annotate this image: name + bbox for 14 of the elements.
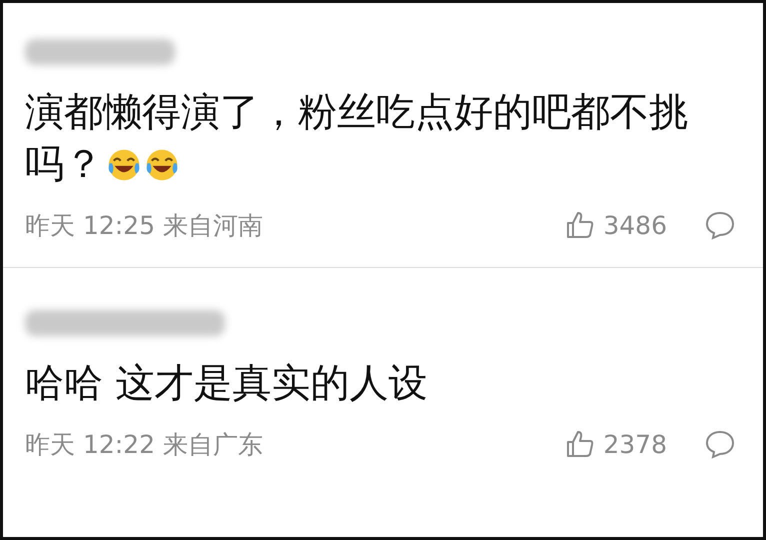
comment-time: 昨天 12:25 <box>25 210 155 242</box>
thumbs-up-icon[interactable] <box>565 210 596 240</box>
laughing-face-icon <box>145 148 179 182</box>
thumbs-up-icon[interactable] <box>565 429 596 459</box>
comment-icon[interactable] <box>705 210 735 240</box>
comment-location: 来自河南 <box>163 210 263 242</box>
like-count: 3486 <box>603 210 667 240</box>
comment-time: 昨天 12:22 <box>25 428 155 460</box>
comment-location: 来自广东 <box>163 428 263 460</box>
comment-text: 演都懒得演了，粉丝吃点好的吧都不挑吗？ <box>25 89 689 189</box>
like-count: 2378 <box>603 430 667 458</box>
comment-text: 哈哈 这才是真实的人设 <box>25 360 428 408</box>
laughing-face-icon <box>107 148 141 182</box>
comment-icon[interactable] <box>705 429 735 459</box>
